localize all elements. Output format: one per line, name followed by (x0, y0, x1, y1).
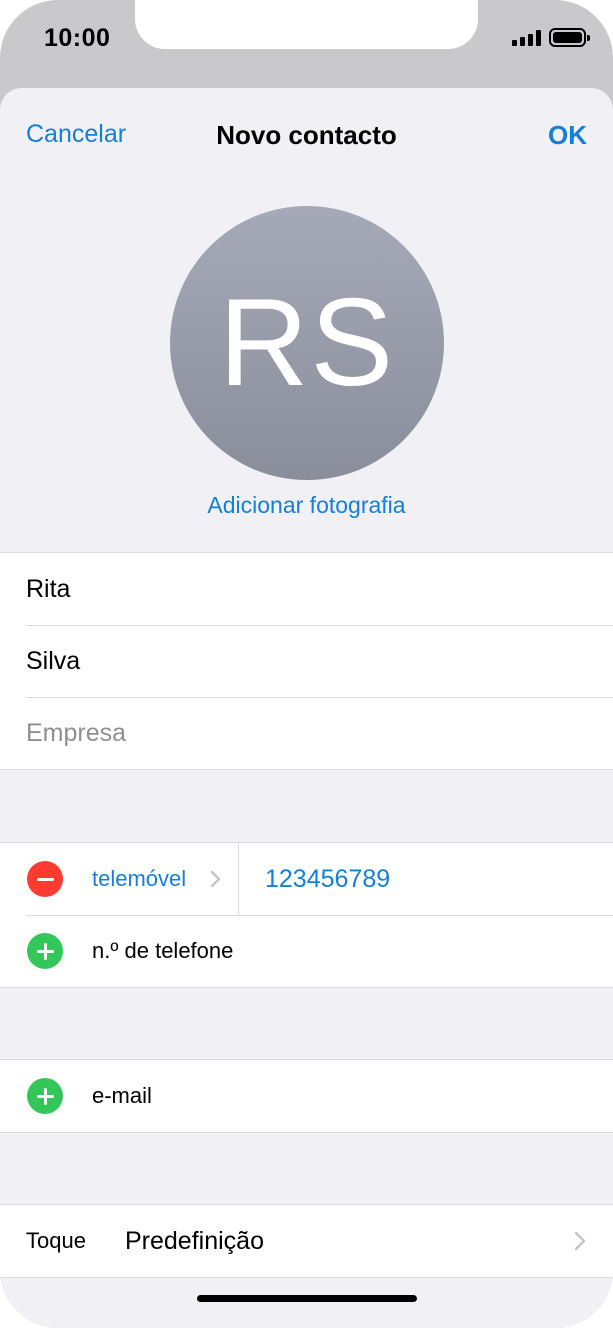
new-contact-sheet: Novo contacto Cancelar OK RS Adicionar f… (0, 88, 613, 1328)
notch (135, 0, 478, 49)
chevron-right-icon (574, 1231, 586, 1251)
navigation-bar: Novo contacto Cancelar OK (0, 88, 613, 180)
divider (238, 843, 239, 915)
phone-number-field[interactable]: 123456789 (265, 865, 390, 894)
chevron-right-icon (210, 870, 221, 888)
status-bar: 10:00 (0, 0, 613, 88)
last-name-field[interactable]: Silva (0, 625, 613, 697)
phone-fields-group: telemóvel 123456789 n.º de telefone (0, 842, 613, 988)
first-name-field[interactable]: Rita (0, 553, 613, 625)
minus-icon (36, 877, 54, 881)
company-placeholder: Empresa (26, 718, 127, 747)
ringtone-value: Predefinição (125, 1226, 264, 1255)
battery-icon (549, 28, 590, 47)
cancel-button[interactable]: Cancelar (26, 120, 126, 149)
name-fields-group: Rita Silva Empresa (0, 552, 613, 770)
avatar-initials: RS (218, 274, 396, 412)
home-indicator[interactable] (197, 1295, 417, 1302)
avatar[interactable]: RS (170, 206, 444, 480)
cellular-signal-icon (512, 30, 542, 46)
last-name-value: Silva (26, 646, 81, 675)
ringtone-label: Toque (26, 1228, 86, 1253)
add-phone-label: n.º de telefone (92, 938, 234, 963)
status-time: 10:00 (44, 24, 111, 52)
add-email-row[interactable]: e-mail (0, 1060, 613, 1132)
add-phone-row[interactable]: n.º de telefone (0, 915, 613, 987)
ok-button[interactable]: OK (548, 120, 587, 151)
add-phone-button[interactable] (27, 933, 63, 969)
add-photo-button[interactable]: Adicionar fotografia (0, 492, 613, 519)
ringtone-row[interactable]: Toque Predefinição (0, 1205, 613, 1277)
company-field[interactable]: Empresa (0, 697, 613, 769)
phone-row: telemóvel 123456789 (0, 843, 613, 915)
email-fields-group: e-mail (0, 1059, 613, 1133)
phone-frame: 10:00 Novo contacto Cancelar OK RS Adici… (0, 0, 613, 1328)
phone-type-label[interactable]: telemóvel (92, 866, 186, 892)
add-email-button[interactable] (27, 1078, 63, 1114)
ringtone-group: Toque Predefinição (0, 1204, 613, 1278)
remove-phone-button[interactable] (27, 861, 63, 897)
add-email-label: e-mail (92, 1083, 152, 1108)
first-name-value: Rita (26, 574, 71, 603)
